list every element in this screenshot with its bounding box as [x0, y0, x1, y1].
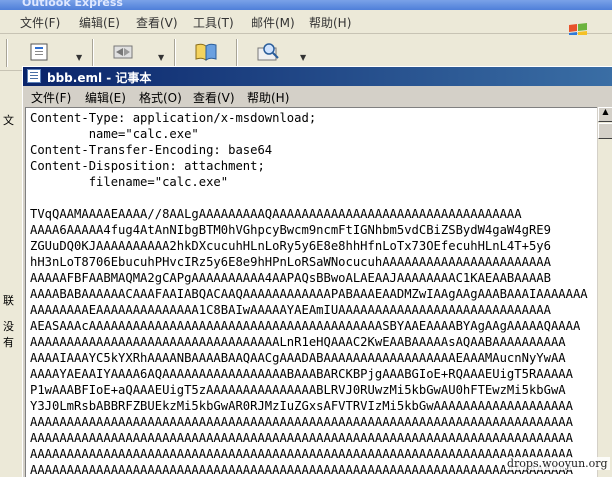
outlook-menu-message[interactable]: 邮件(M) — [251, 14, 295, 31]
outlook-menu-bar: 文件(F) 编辑(E) 查看(V) 工具(T) 邮件(M) 帮助(H) — [0, 10, 612, 40]
vertical-scrollbar[interactable]: ▲ — [598, 107, 612, 477]
notepad-menu-edit[interactable]: 编辑(E) — [85, 89, 126, 106]
outlook-menu-view[interactable]: 查看(V) — [136, 14, 178, 31]
text-line: Content-Disposition: attachment; — [30, 159, 265, 173]
text-line: hH3nLoT8706EbucuhPHvcIRz5y6E8e9hHPnLoRSa… — [30, 255, 551, 269]
text-line: name="calc.exe" — [30, 127, 199, 141]
text-line: ZGUuDQ0KJAAAAAAAAAA2hkDXcucuhHLnLoRy5y6E… — [30, 239, 551, 253]
text-line: P1wAAABFIoE+aQAAAEUigT5zAAAAAAAAAAAAAAAB… — [30, 383, 566, 397]
text-line: AAAA6AAAAA4fug4AtAnNIbgBTM0hVGhpcyBwcm9n… — [30, 223, 551, 237]
contacts-pane-fragment: 联 — [3, 294, 14, 307]
toolbar-dropdown-arrow[interactable]: ▼ — [158, 53, 164, 62]
notepad-menu-format[interactable]: 格式(O) — [139, 89, 182, 106]
notepad-title: bbb.eml - 记事本 — [47, 71, 152, 85]
toolbar-dropdown-arrow[interactable]: ▼ — [300, 53, 306, 62]
scroll-thumb[interactable] — [598, 123, 612, 139]
text-line: AAAAAAAAAAAAAAAAAAAAAAAAAAAAAAAAAAAAAAAA… — [30, 463, 573, 477]
eml-content: Content-Type: application/x-msdownload; … — [30, 110, 588, 477]
outlook-folder-pane: 文 联 没有 — [0, 72, 24, 477]
outlook-menu-file[interactable]: 文件(F) — [20, 14, 60, 31]
toolbar-separator — [92, 39, 94, 67]
scroll-up-button[interactable]: ▲ — [598, 107, 612, 122]
toolbar-new-mail-icon[interactable] — [26, 40, 54, 64]
text-line: AAAAAAAAAAAAAAAAAAAAAAAAAAAAAAAAAAAAAAAA… — [30, 415, 573, 429]
text-line: AAAAIAAAYC5kYXRhAAAANBAAAABAAQAACgAAADAB… — [30, 351, 566, 365]
toolbar-dropdown-arrow[interactable]: ▼ — [76, 53, 82, 62]
text-line: filename="calc.exe" — [30, 175, 229, 189]
toolbar-send-receive-icon[interactable] — [110, 40, 138, 64]
notepad-title-bar[interactable]: bbb.eml - 记事本 — [23, 67, 612, 86]
text-line: AEASAAAcAAAAAAAAAAAAAAAAAAAAAAAAAAAAAAAA… — [30, 319, 581, 333]
toolbar-separator — [174, 39, 176, 67]
notepad-menu-help[interactable]: 帮助(H) — [247, 89, 289, 106]
outlook-menu-tools[interactable]: 工具(T) — [193, 14, 234, 31]
outlook-title: Outlook Express — [22, 0, 123, 9]
toolbar-separator — [236, 39, 238, 67]
toolbar-find-icon[interactable] — [254, 40, 282, 64]
text-line: AAAAYAEAAIYAAAA6AQAAAAAAAAAAAAAAAAABAAAB… — [30, 367, 573, 381]
scroll-up-arrow-icon: ▲ — [602, 107, 609, 116]
notepad-window: bbb.eml - 记事本 文件(F) 编辑(E) 格式(O) 查看(V) 帮助… — [22, 66, 612, 477]
outlook-menu-edit[interactable]: 编辑(E) — [79, 14, 120, 31]
notepad-menu-view[interactable]: 查看(V) — [193, 89, 235, 106]
text-line — [30, 190, 588, 206]
text-line: Content-Type: application/x-msdownload; — [30, 111, 317, 125]
text-line: AAAAAAAAAAAAAAAAAAAAAAAAAAAAAAAAAAAAAAAA… — [30, 447, 573, 461]
text-line: AAAAAAAAAAAAAAAAAAAAAAAAAAAAAAAAAAAAAAAA… — [30, 431, 573, 445]
outlook-title-bar: Outlook Express — [0, 0, 612, 10]
folder-pane-fragment: 文 — [3, 114, 14, 127]
text-line: AAAABABAAAAAACAAAFAAIABQACAAQAAAAAAAAAAA… — [30, 287, 588, 301]
toolbar-address-book-icon[interactable] — [192, 40, 220, 64]
toolbar-grip — [6, 39, 8, 67]
outlook-menu-help[interactable]: 帮助(H) — [309, 14, 351, 31]
text-line: AAAAAFBFAABMAQMA2gCAPgAAAAAAAAAA4AAPAQsB… — [30, 271, 551, 285]
notepad-text-area[interactable]: Content-Type: application/x-msdownload; … — [25, 107, 597, 477]
notepad-icon — [27, 69, 41, 83]
text-line: Content-Transfer-Encoding: base64 — [30, 143, 273, 157]
watermark: drops.wooyun.org — [505, 457, 610, 470]
notepad-menu-file[interactable]: 文件(F) — [31, 89, 71, 106]
text-line: TVqQAAMAAAAEAAAA//8AALgAAAAAAAAAQAAAAAAA… — [30, 207, 522, 221]
text-line: Y3J0LmRsbABBRFZBUEkzMi5kbGwAR0RJMzIuZGxs… — [30, 399, 573, 413]
contacts-empty-fragment: 没有 — [3, 320, 14, 349]
text-line: AAAAAAAAAAAAAAAAAAAAAAAAAAAAAAAAAALnR1eH… — [30, 335, 566, 349]
text-line: AAAAAAAAEAAAAAAAAAAAAAA1C8BAIwAAAAAYAEAm… — [30, 303, 551, 317]
notepad-menu-bar: 文件(F) 编辑(E) 格式(O) 查看(V) 帮助(H) — [23, 86, 612, 106]
